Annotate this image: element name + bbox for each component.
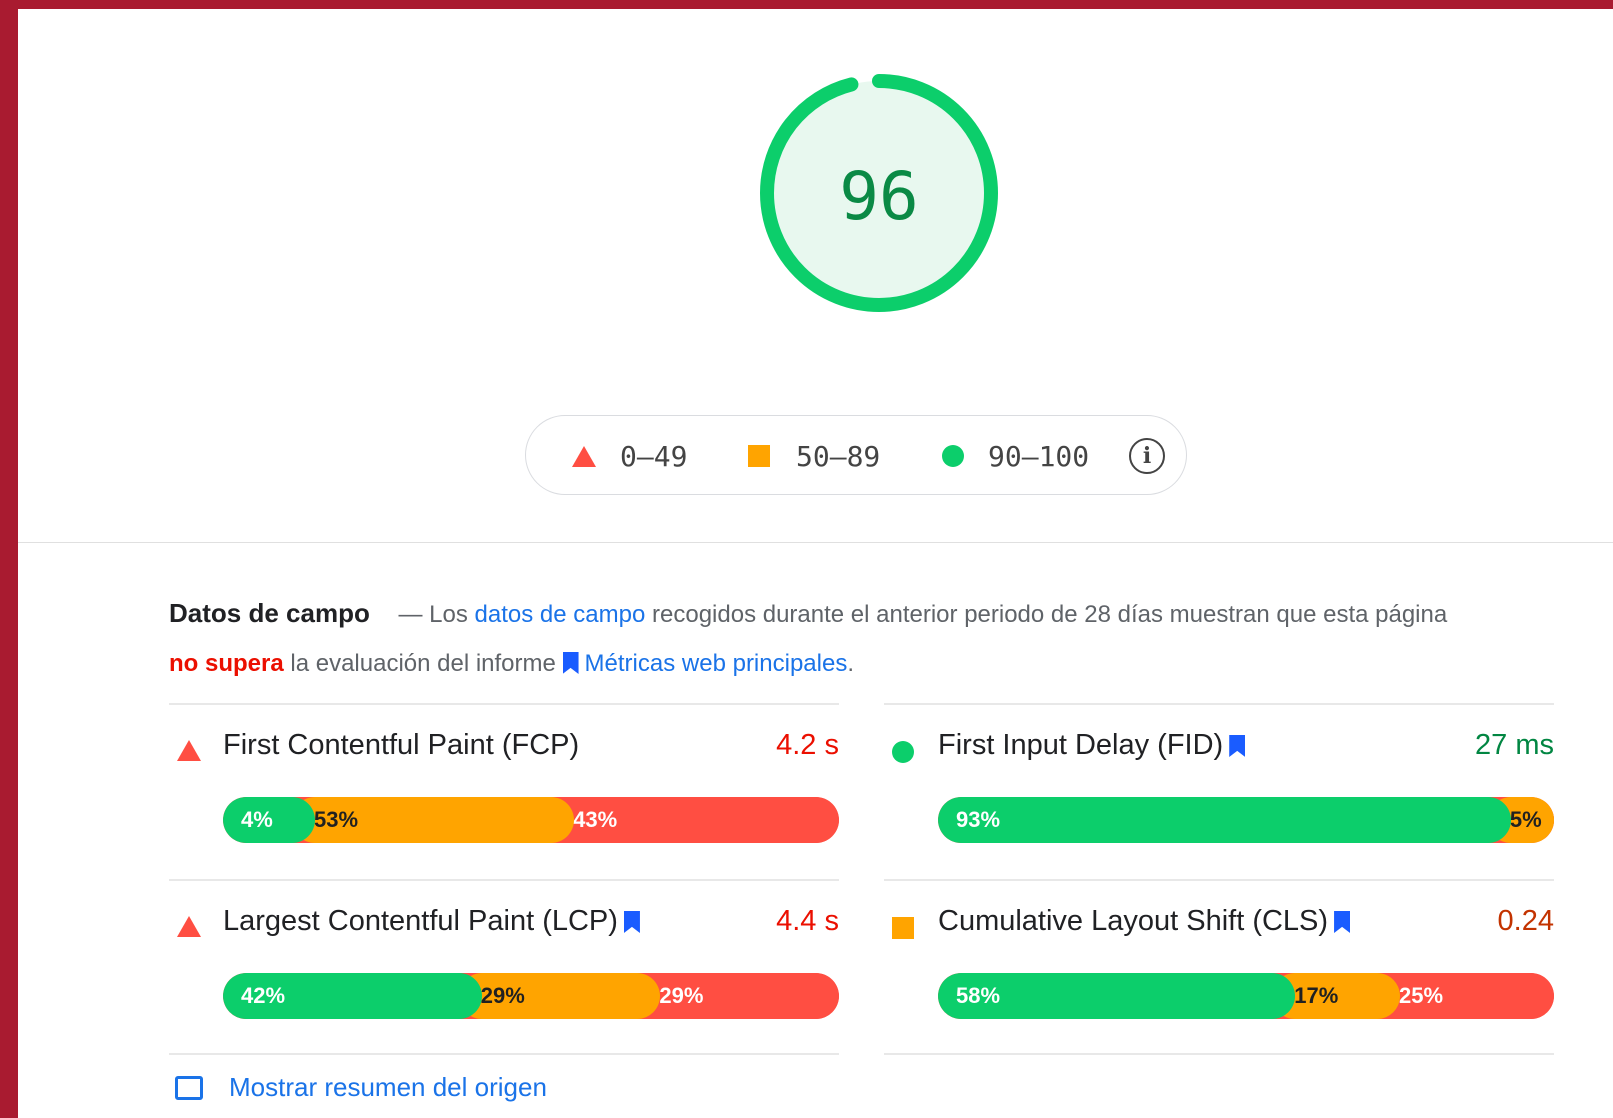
field-data-text-1: Los — [429, 601, 468, 628]
legend-average-range: 50–89 — [796, 439, 881, 473]
good-segment: 93% — [938, 797, 1511, 843]
legend-pass: 90–100 — [942, 416, 1089, 496]
metric-divider — [884, 1053, 1554, 1055]
metric-cls: Cumulative Layout Shift (CLS) 0.24 25% 1… — [884, 879, 1554, 1055]
score-value: 96 — [839, 157, 919, 235]
poor-percent: 29% — [659, 983, 704, 1008]
checkbox-icon[interactable] — [175, 1075, 203, 1100]
distribution-bar: 2% 5% 93% — [938, 797, 1554, 843]
average-segment: 29% — [458, 973, 661, 1019]
average-percent: 17% — [1294, 983, 1339, 1008]
metric-divider — [169, 1053, 839, 1055]
metric-value: 0.24 — [1497, 905, 1554, 937]
good-percent: 93% — [956, 807, 1001, 832]
distribution-bar: 29% 29% 42% — [223, 973, 839, 1019]
core-web-vitals-label: Métricas web principales — [584, 650, 848, 677]
metric-lcp: Largest Contentful Paint (LCP) 4.4 s 29%… — [169, 879, 839, 1055]
good-percent: 4% — [241, 807, 273, 832]
metric-divider — [884, 879, 1554, 881]
good-segment: 42% — [223, 973, 482, 1019]
field-data-dash: — — [398, 601, 423, 628]
good-percent: 42% — [241, 983, 286, 1008]
metric-value: 27 ms — [1475, 729, 1554, 761]
square-icon — [748, 445, 770, 467]
poor-percent: 43% — [573, 807, 618, 832]
metric-label-text: First Input Delay (FID) — [938, 729, 1224, 761]
metric-divider — [169, 879, 839, 881]
metric-label: First Input Delay (FID) — [938, 729, 1251, 762]
origin-summary-label: Mostrar resumen del origen — [229, 1072, 547, 1102]
triangle-icon — [572, 445, 596, 467]
average-percent: 29% — [480, 983, 525, 1008]
metric-divider — [884, 703, 1554, 705]
triangle-icon — [177, 740, 201, 761]
poor-percent: 25% — [1399, 983, 1444, 1008]
field-data-period: . — [847, 650, 854, 677]
metric-label: Largest Contentful Paint (LCP) — [223, 905, 646, 938]
metric-label-text: Largest Contentful Paint (LCP) — [223, 905, 618, 937]
poor-segment: 29% — [637, 973, 839, 1019]
field-data-verdict: no supera — [169, 650, 284, 677]
average-percent: 5% — [1509, 807, 1542, 832]
section-divider — [18, 542, 1613, 543]
legend-pass-range: 90–100 — [988, 439, 1090, 473]
field-data-text-3: la evaluación del informe — [290, 650, 556, 677]
circle-icon — [892, 740, 914, 763]
legend-fail-range: 0–49 — [620, 439, 688, 473]
legend-average: 50–89 — [748, 416, 880, 496]
metric-fcp: First Contentful Paint (FCP) 4.2 s 43% 5… — [169, 703, 839, 879]
field-data-link[interactable]: datos de campo — [475, 601, 646, 628]
field-data-title: Datos de campo — [169, 598, 370, 628]
origin-summary-toggle[interactable]: Mostrar resumen del origen — [175, 1072, 547, 1103]
field-data-text-2: recogidos durante el anterior periodo de… — [652, 601, 1448, 628]
metric-divider — [169, 703, 839, 705]
bookmark-icon — [623, 911, 640, 933]
average-percent: 53% — [314, 807, 359, 832]
metric-label-text: Cumulative Layout Shift (CLS) — [938, 905, 1329, 937]
distribution-bar: 25% 17% 58% — [938, 973, 1554, 1019]
performance-score-gauge: 96 — [759, 73, 999, 313]
bookmark-icon — [1334, 911, 1351, 933]
metric-label: Cumulative Layout Shift (CLS) — [938, 905, 1356, 938]
triangle-icon — [177, 916, 201, 937]
good-percent: 58% — [956, 983, 1001, 1008]
report-panel: 96 0–49 50–89 90–100 i Datos de campo — … — [18, 9, 1613, 1118]
metric-value: 4.2 s — [776, 729, 839, 761]
metric-fid: First Input Delay (FID) 27 ms 2% 5% 93% — [884, 703, 1554, 879]
field-data-description: Datos de campo — Los datos de campo reco… — [169, 589, 1469, 688]
poor-segment: 25% — [1377, 973, 1554, 1019]
info-icon[interactable]: i — [1129, 438, 1165, 474]
bookmark-icon — [562, 652, 579, 674]
good-segment: 58% — [938, 973, 1296, 1019]
legend-fail: 0–49 — [572, 416, 687, 496]
average-segment: 53% — [292, 797, 575, 843]
bookmark-icon — [1229, 735, 1246, 757]
metric-value: 4.4 s — [776, 905, 839, 937]
poor-segment: 43% — [551, 797, 839, 843]
good-segment: 4% — [223, 797, 315, 843]
distribution-bar: 43% 53% 4% — [223, 797, 839, 843]
circle-icon — [942, 445, 964, 467]
metric-label: First Contentful Paint (FCP) — [223, 729, 579, 762]
square-icon — [892, 916, 914, 939]
core-web-vitals-link[interactable]: Métricas web principales — [562, 650, 848, 677]
score-legend: 0–49 50–89 90–100 i — [525, 415, 1187, 495]
metric-label-text: First Contentful Paint (FCP) — [223, 729, 580, 761]
